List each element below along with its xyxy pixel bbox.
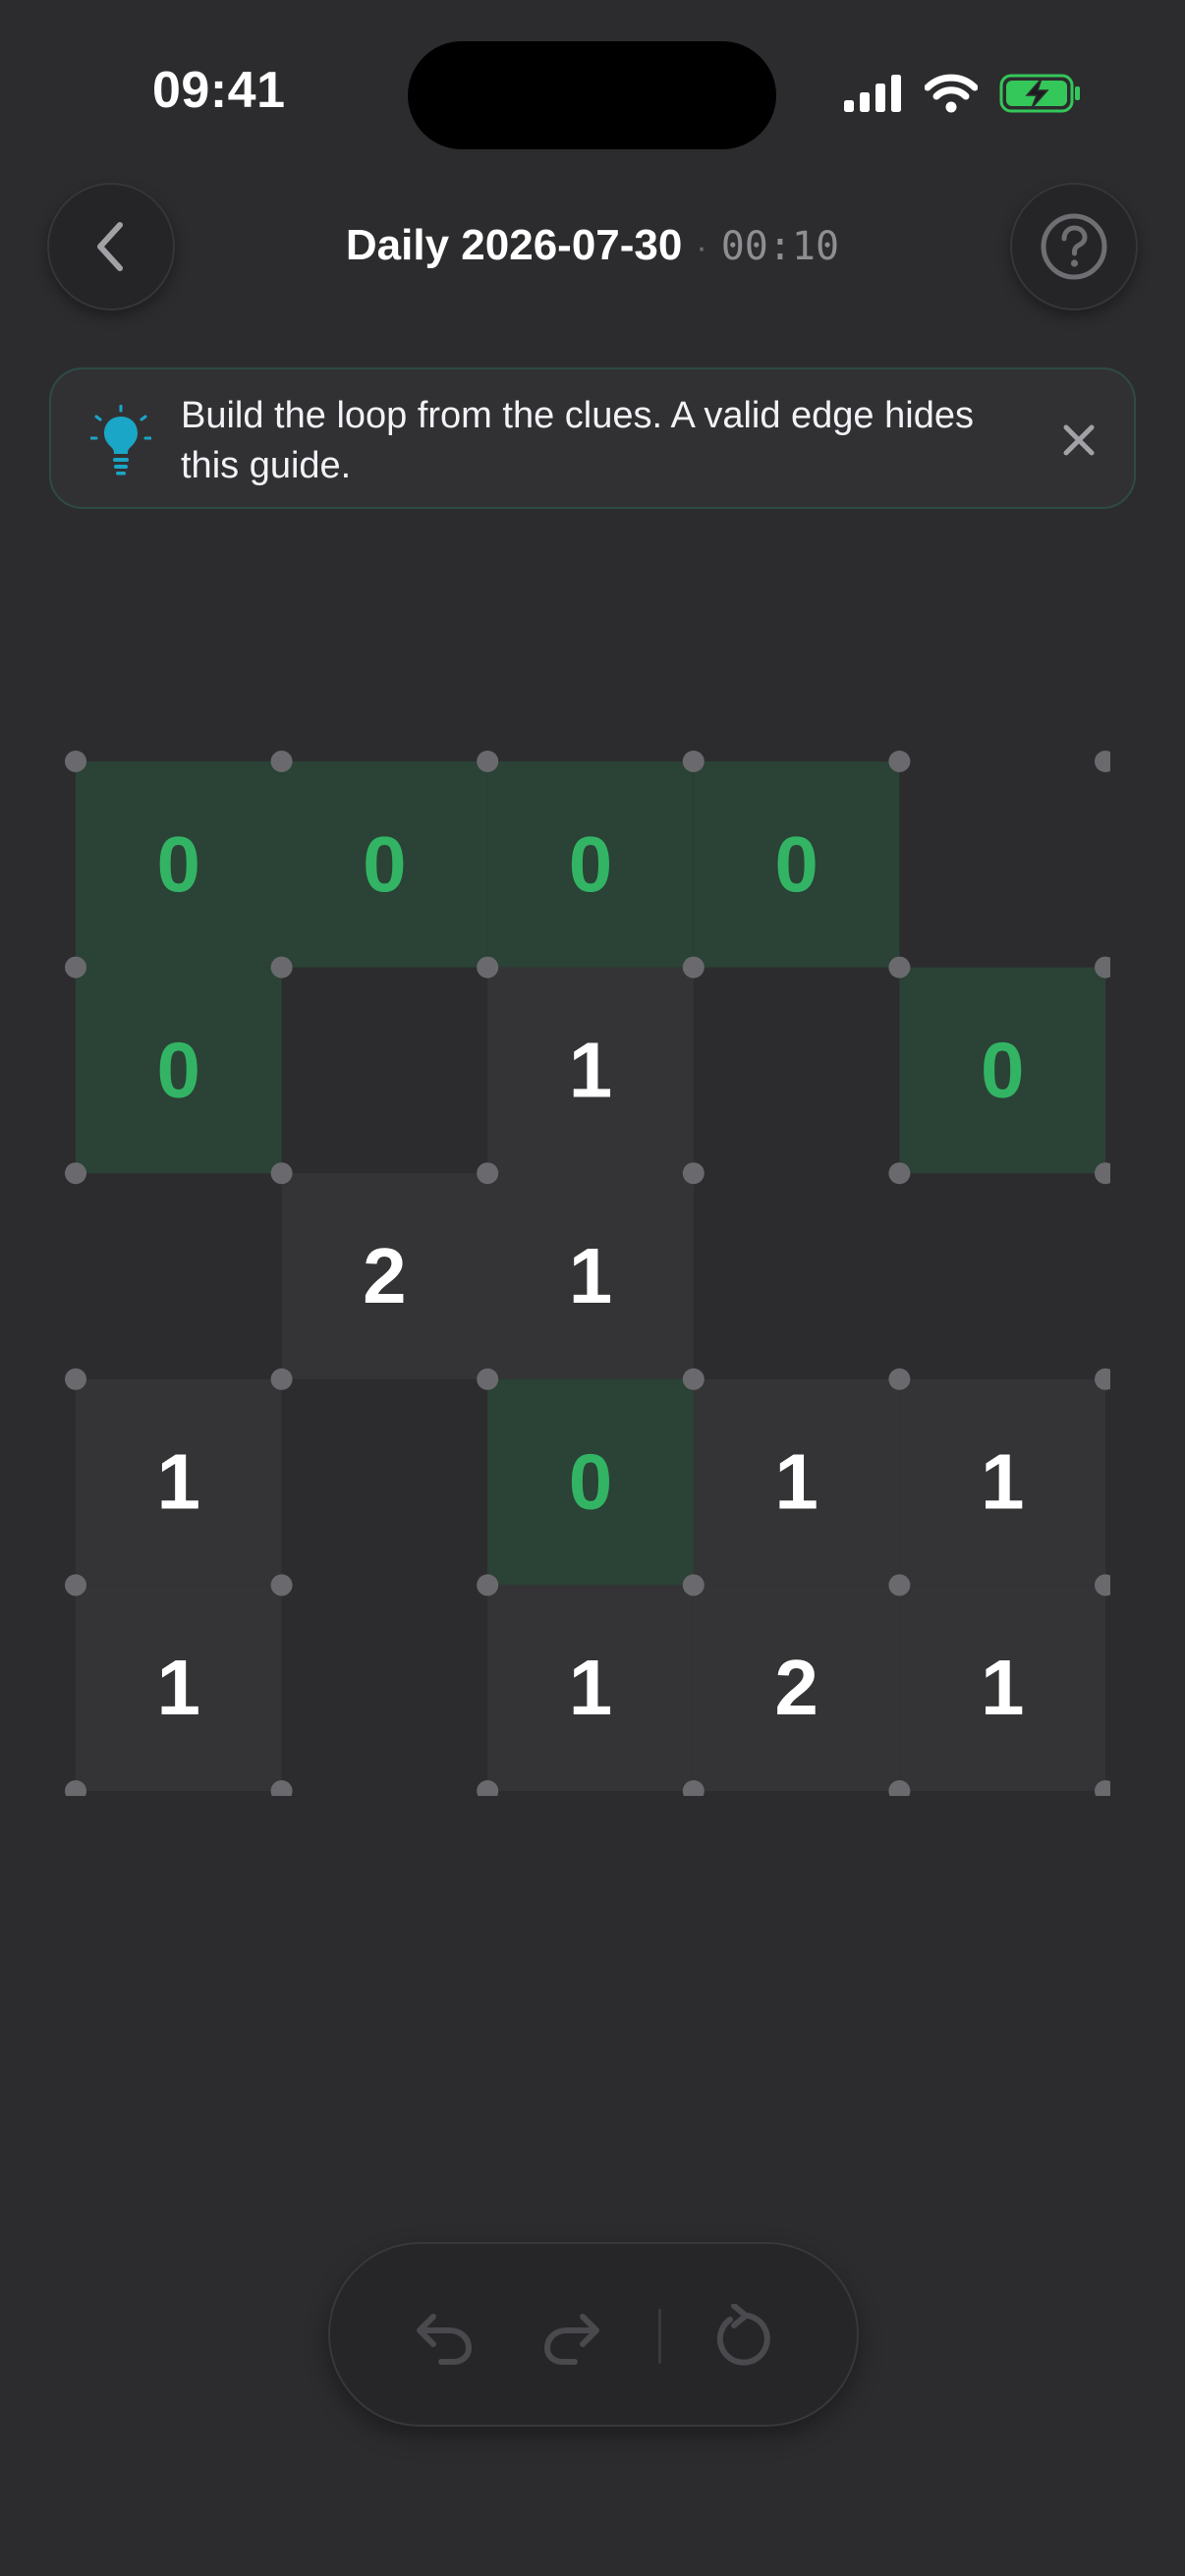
grid-dot[interactable]: [888, 956, 911, 979]
cellular-signal-icon: [844, 75, 901, 112]
dynamic-island: [408, 41, 776, 149]
status-time: 09:41: [152, 62, 286, 119]
page-title: Daily 2026-07-30 · 00:10: [0, 216, 1185, 277]
reset-icon: [716, 2304, 770, 2366]
title-separator: ·: [696, 229, 707, 267]
wifi-icon: [925, 74, 978, 113]
grid-dot[interactable]: [477, 1574, 499, 1596]
cell-clue: 0: [774, 820, 818, 908]
cell-clue: 0: [157, 820, 201, 908]
grid-dot[interactable]: [65, 1574, 86, 1596]
cell-clue: 1: [774, 1438, 818, 1526]
grid-dot[interactable]: [477, 751, 499, 772]
redo-button[interactable]: [535, 2299, 609, 2374]
grid-dot[interactable]: [477, 1162, 499, 1185]
grid-dot[interactable]: [1095, 751, 1110, 772]
cell-clue: 0: [569, 1438, 613, 1526]
cell-clue: 2: [363, 1232, 407, 1319]
cell-clue: 1: [157, 1644, 201, 1731]
grid-dot[interactable]: [888, 1574, 911, 1596]
grid-dot[interactable]: [477, 956, 499, 979]
cell-clue: 1: [157, 1438, 201, 1526]
cell-clue: 0: [981, 1026, 1025, 1113]
question-icon: [1041, 213, 1107, 280]
undo-icon: [417, 2314, 473, 2365]
grid-dot[interactable]: [65, 956, 86, 979]
cell-clue: 1: [981, 1644, 1025, 1731]
grid-dot[interactable]: [65, 1368, 86, 1390]
cell-clue: 0: [363, 820, 407, 908]
grid-dot[interactable]: [65, 1162, 86, 1185]
cell-clue: 1: [569, 1644, 613, 1731]
cell-clue: 1: [569, 1026, 613, 1113]
hint-icon-wrapper: [89, 404, 152, 480]
puzzle-board[interactable]: 0 0 0 0 0 1 0 2 1 1 0 1 1 1 1 2 1: [39, 725, 1110, 1796]
cell-clue: 1: [981, 1438, 1025, 1526]
grid-dot[interactable]: [270, 751, 293, 772]
grid-dot[interactable]: [682, 751, 705, 772]
grid-dot[interactable]: [477, 1368, 499, 1390]
grid-dot[interactable]: [888, 1368, 911, 1390]
grid-dot[interactable]: [682, 1368, 705, 1390]
action-toolbar: [328, 2242, 859, 2427]
grid-dot[interactable]: [682, 1162, 705, 1185]
cell-clue: 1: [569, 1232, 613, 1319]
cell-clue: 0: [569, 820, 613, 908]
cell-clue: 0: [157, 1026, 201, 1113]
grid-dot[interactable]: [65, 751, 86, 772]
grid-dot[interactable]: [270, 1574, 293, 1596]
hint-banner: Build the loop from the clues. A valid e…: [49, 367, 1136, 509]
help-button[interactable]: [1010, 183, 1138, 310]
hint-text: Build the loop from the clues. A valid e…: [181, 395, 974, 486]
cell-clue: 2: [774, 1644, 818, 1731]
status-icons: [844, 71, 1082, 116]
elapsed-timer: 00:10: [720, 224, 840, 269]
grid-dot[interactable]: [270, 956, 293, 979]
undo-button[interactable]: [407, 2299, 481, 2374]
grid-dot[interactable]: [682, 956, 705, 979]
grid-dot[interactable]: [888, 1162, 911, 1185]
puzzle-title: Daily 2026-07-30: [345, 221, 683, 269]
dismiss-hint-button[interactable]: [1059, 420, 1099, 465]
grid-dot[interactable]: [270, 1368, 293, 1390]
reset-button[interactable]: [704, 2299, 778, 2374]
grid-dot[interactable]: [270, 1162, 293, 1185]
grid-dot[interactable]: [682, 1574, 705, 1596]
battery-charging-icon: [999, 74, 1080, 113]
close-icon: [1063, 424, 1095, 456]
redo-icon: [543, 2314, 599, 2365]
lightbulb-icon: [89, 404, 152, 476]
grid-dot[interactable]: [888, 751, 911, 772]
toolbar-divider: [658, 2309, 661, 2364]
